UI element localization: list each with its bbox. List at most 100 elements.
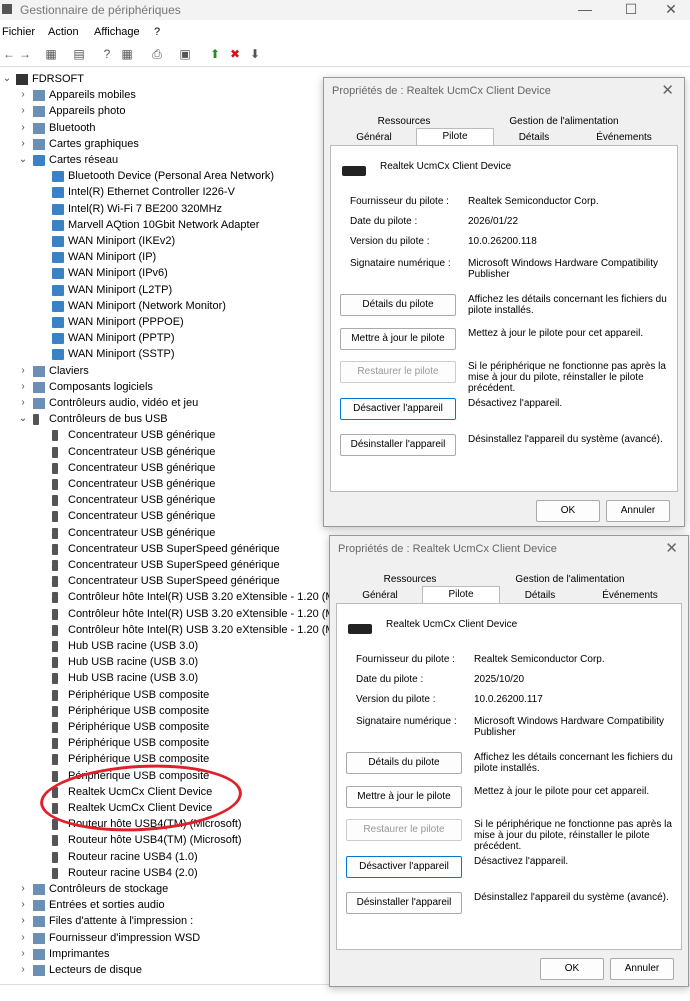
menu-fichier[interactable]: Fichier [2,26,35,38]
maximize-button[interactable]: ☐ [616,1,646,18]
usb-icon [33,414,39,426]
chevron-right-icon[interactable]: › [18,883,28,894]
properties-icon[interactable]: ▤ [72,47,86,61]
tree-row-label: Entrées et sorties audio [49,899,165,912]
network-icon [52,203,64,215]
tab-general[interactable]: Général [340,588,420,604]
cancel-button[interactable]: Annuler [610,958,674,980]
update-driver-button[interactable]: Mettre à jour le pilote [346,786,462,808]
mobile-icon [33,90,45,102]
tab-pilote[interactable]: Pilote [416,128,494,145]
properties-dialog-1: Propriétés de : Realtek UcmCx Client Dev… [323,77,685,527]
speaker-icon [33,900,45,912]
rollback-driver-button[interactable]: Restaurer le pilote [346,819,462,841]
usb-icon [52,673,58,685]
view-icon[interactable]: ▦ [120,47,134,61]
usb-icon [52,770,58,782]
chevron-right-icon[interactable]: › [18,122,28,133]
storage-icon [33,884,45,895]
chevron-right-icon[interactable]: › [18,948,28,959]
chevron-down-icon[interactable]: ⌄ [18,154,28,165]
usb-icon [52,705,58,717]
chevron-right-icon[interactable]: › [18,365,28,376]
button-description: Mettez à jour le pilote pour cet apparei… [468,328,644,339]
tab-details[interactable]: Détails [500,588,580,604]
device-name: Realtek UcmCx Client Device [386,619,518,630]
network-icon [52,284,64,296]
button-description: Désactivez l'appareil. [468,398,563,409]
chevron-right-icon[interactable]: › [18,899,28,910]
usb-icon [52,462,58,474]
tab-gestion-alimentation[interactable]: Gestion de l'alimentation [494,114,634,130]
menu-help[interactable]: ? [154,26,160,38]
tab-general[interactable]: Général [334,130,414,146]
uninstall-device-button[interactable]: Désinstaller l'appareil [346,892,462,914]
tree-row-label: WAN Miniport (Network Monitor) [68,299,226,312]
usb-icon [52,560,58,571]
tree-row-label: Contrôleur hôte Intel(R) USB 3.20 eXtens… [68,591,343,604]
chevron-down-icon[interactable]: ⌄ [2,73,12,84]
forward-icon[interactable]: → [18,47,32,61]
help-icon[interactable]: ? [100,47,114,61]
print-icon[interactable]: ⎙ [150,47,164,61]
minimize-button[interactable]: — [570,1,600,17]
update-driver-button[interactable]: Mettre à jour le pilote [340,328,456,350]
tree-row-label: Composants logiciels [49,380,153,393]
tree-row-label: Contrôleurs audio, vidéo et jeu [49,397,199,409]
chevron-right-icon[interactable]: › [18,932,28,943]
tab-evenements[interactable]: Événements [582,588,678,604]
tab-evenements[interactable]: Événements [576,130,672,146]
disable-device-button[interactable]: Désactiver l'appareil [346,856,462,878]
chevron-right-icon[interactable]: › [18,915,28,926]
usb-icon [52,479,58,490]
usb-icon [52,430,58,442]
disable-device-button[interactable]: Désactiver l'appareil [340,398,456,420]
uninstall-device-button[interactable]: Désinstaller l'appareil [340,434,456,456]
close-button[interactable]: ✕ [656,1,686,18]
network-icon [52,268,64,280]
chevron-right-icon[interactable]: › [18,381,28,392]
audio-icon [33,398,45,409]
tab-pilote[interactable]: Pilote [422,586,500,603]
scan-hardware-icon[interactable]: ▣ [178,47,192,61]
tab-details[interactable]: Détails [494,130,574,146]
device-name: Realtek UcmCx Client Device [380,161,512,172]
menu-action[interactable]: Action [48,26,79,38]
rollback-driver-button[interactable]: Restaurer le pilote [340,361,456,383]
chevron-right-icon[interactable]: › [18,964,28,975]
tree-row-label: Concentrateur USB générique [68,494,216,507]
tab-gestion-alimentation[interactable]: Gestion de l'alimentation [500,572,640,588]
uninstall-icon[interactable]: ✖ [228,47,242,61]
computer-icon [16,74,28,85]
usb-icon [52,576,58,588]
chevron-down-icon[interactable]: ⌄ [18,413,28,424]
chevron-right-icon[interactable]: › [18,138,28,149]
chevron-right-icon[interactable]: › [18,89,28,100]
field-value: Microsoft Windows Hardware Compatibility… [474,716,665,738]
cancel-button[interactable]: Annuler [606,500,670,522]
ok-button[interactable]: OK [540,958,604,980]
tree-row-label: Périphérique USB composite [68,721,210,733]
chevron-right-icon[interactable]: › [18,105,28,116]
ok-button[interactable]: OK [536,500,600,522]
download-icon[interactable]: ⬇ [248,47,262,61]
tree-row-label: Concentrateur USB générique [68,526,216,539]
tree-row-label: Périphérique USB composite [68,737,210,750]
tree-row-label: Contrôleurs de stockage [49,883,169,895]
menu-affichage[interactable]: Affichage [94,26,140,38]
tree-row-label: Cartes graphiques [49,137,139,150]
camera-icon [33,106,45,118]
tree-row-label: Contrôleur hôte Intel(R) USB 3.20 eXtens… [68,607,343,620]
update-driver-icon[interactable]: ⬆ [208,47,222,61]
tree-row-label: Hub USB racine (USB 3.0) [68,640,199,652]
show-hide-console-icon[interactable]: ▦ [44,47,58,61]
driver-details-button[interactable]: Détails du pilote [340,294,456,316]
back-icon[interactable]: ← [2,47,16,61]
chevron-right-icon[interactable]: › [18,397,28,408]
dialog-close-icon[interactable]: ✕ [661,81,674,99]
tree-row-label: Concentrateur USB SuperSpeed générique [68,542,280,555]
dialog-close-icon[interactable]: ✕ [665,539,678,557]
button-description: Affichez les détails concernant les fich… [468,294,667,316]
usb-icon [52,689,58,701]
driver-details-button[interactable]: Détails du pilote [346,752,462,774]
